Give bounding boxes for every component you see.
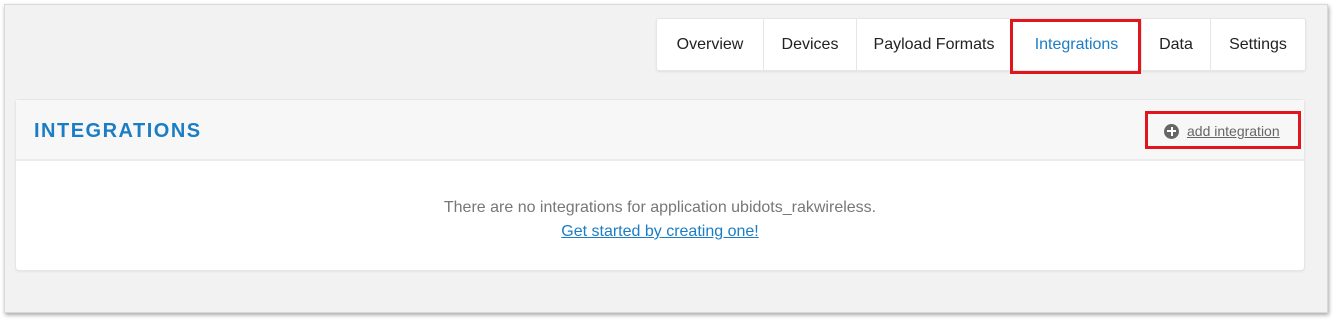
app-frame: Overview Devices Payload Formats Integra… [4,4,1328,313]
integrations-card: INTEGRATIONS add integration There are n… [15,99,1305,271]
add-integration-link[interactable]: add integration [1164,123,1280,139]
empty-message: There are no integrations for applicatio… [443,199,877,216]
plus-circle-icon [1164,123,1179,139]
tab-overview[interactable]: Overview [657,19,764,70]
tab-payload-formats[interactable]: Payload Formats [857,19,1012,70]
tab-settings[interactable]: Settings [1211,19,1305,70]
tab-devices[interactable]: Devices [764,19,857,70]
integrations-empty-state: There are no integrations for applicatio… [16,161,1304,244]
get-started-link[interactable]: Get started by creating one! [561,220,758,244]
integrations-title: INTEGRATIONS [34,120,202,142]
application-tabs: Overview Devices Payload Formats Integra… [656,18,1306,71]
integrations-card-header: INTEGRATIONS add integration [16,100,1304,161]
add-integration-label[interactable]: add integration [1187,123,1280,139]
tab-data[interactable]: Data [1142,19,1211,70]
tab-integrations[interactable]: Integrations [1012,19,1142,70]
